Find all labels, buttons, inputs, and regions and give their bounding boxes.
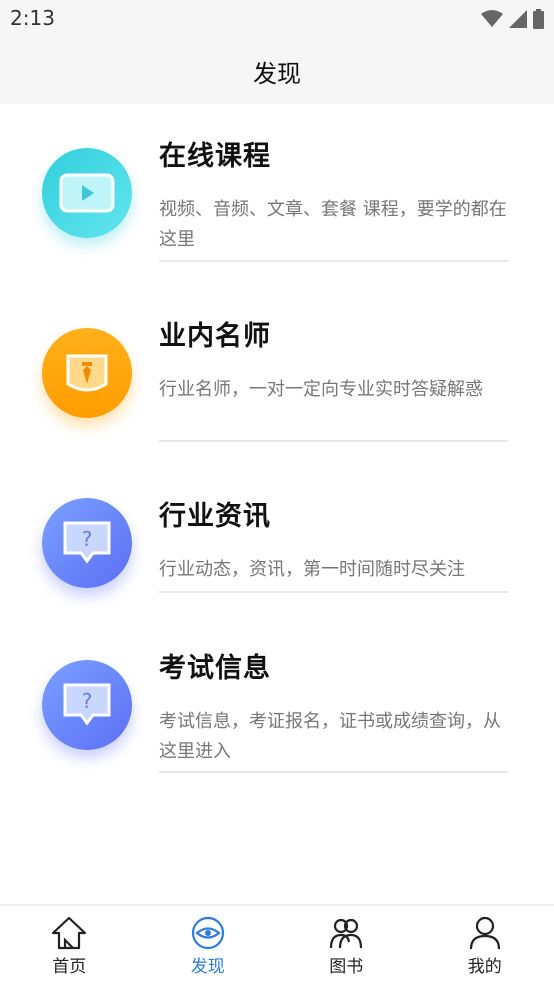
status-time: 2:13 [10,6,55,30]
item-title: 业内名师 [159,321,271,352]
tab-home[interactable]: 首页 [0,906,139,984]
bottom-tab-bar: 首页 发现 图书 我的 [0,904,554,984]
question-bubble-icon: ? [42,660,132,750]
item-description: 行业名师，一对一定向专业实时答疑解惑 [159,379,483,400]
item-description: 行业动态，资讯，第一时间随时尽关注 [159,559,465,580]
svg-text:?: ? [82,527,93,551]
signal-icon [509,10,527,28]
status-bar: 2:13 [0,0,554,38]
user-icon [469,916,500,950]
tab-discover[interactable]: 发现 [139,906,278,984]
teacher-badge-icon [42,328,132,418]
list-item-famous-teacher[interactable]: 业内名师 行业名师，一对一定向专业实时答疑解惑 [0,284,554,454]
eye-icon [191,916,224,950]
people-icon [330,918,363,949]
video-play-icon [42,148,132,238]
battery-icon [533,9,544,29]
list-item-industry-news[interactable]: ? 行业资讯 行业动态，资讯，第一时间随时尽关注 [0,464,554,604]
tab-mine[interactable]: 我的 [416,906,554,984]
home-icon [52,916,87,950]
tab-books[interactable]: 图书 [277,906,416,984]
svg-text:?: ? [82,689,93,713]
page-title: 发现 [253,59,301,88]
item-description: 考试信息，考证报名，证书或成绩查询，从这里进入 [159,711,501,762]
item-title: 行业资讯 [159,501,271,532]
divider [159,771,508,773]
divider [159,260,508,262]
tab-label: 我的 [467,957,502,977]
divider [159,440,508,442]
wifi-icon [481,10,503,27]
item-description: 视频、音频、文章、套餐 课程，要学的都在这里 [159,199,507,250]
tab-label: 首页 [52,957,87,977]
item-title: 考试信息 [159,653,271,684]
page-header: 发现 [0,38,554,104]
list-item-online-course[interactable]: 在线课程 视频、音频、文章、套餐 课程，要学的都在这里 [0,104,554,274]
item-title: 在线课程 [159,141,271,172]
tab-label: 图书 [329,957,364,977]
divider [159,591,508,593]
status-icons [481,8,544,30]
list-item-exam-info[interactable]: ? 考试信息 考试信息，考证报名，证书或成绩查询，从这里进入 [0,634,554,804]
question-bubble-icon: ? [42,498,132,588]
tab-label: 发现 [190,957,225,977]
